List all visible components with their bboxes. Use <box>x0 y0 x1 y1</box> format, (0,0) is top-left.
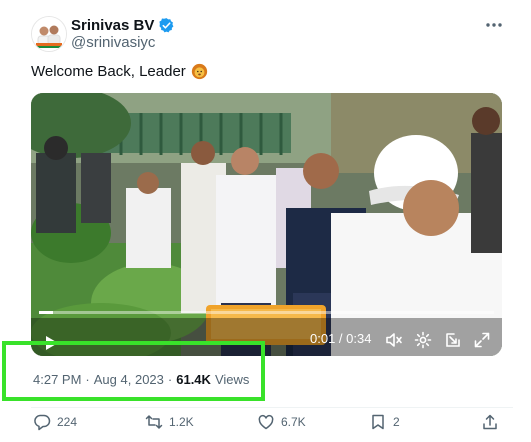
repost-button[interactable]: 1.2K <box>145 410 194 434</box>
like-count: 6.7K <box>281 415 306 429</box>
tweet-text-content: Welcome Back, Leader <box>31 63 186 80</box>
pip-icon[interactable] <box>444 331 462 349</box>
repost-icon <box>145 415 163 429</box>
highlight-box <box>2 341 265 401</box>
verified-badge-icon <box>158 17 175 34</box>
more-icon[interactable] <box>484 18 504 32</box>
fullscreen-icon[interactable] <box>473 331 491 349</box>
video-time: 0:01 / 0:34 <box>310 331 372 346</box>
mute-icon[interactable] <box>385 331 403 349</box>
author-handle[interactable]: @srinivasiyc <box>71 34 155 51</box>
like-icon <box>258 414 274 430</box>
video-progress-fill <box>39 311 53 314</box>
author-row: Srinivas BV <box>71 15 175 35</box>
author-name[interactable]: Srinivas BV <box>71 17 154 34</box>
tweet-text: Welcome Back, Leader <box>31 63 208 80</box>
bookmark-button[interactable]: 2 <box>369 410 400 434</box>
settings-icon[interactable] <box>414 331 432 349</box>
reply-count: 224 <box>57 415 78 429</box>
divider <box>31 407 513 408</box>
avatar[interactable] <box>31 16 67 52</box>
video-frame <box>31 93 502 356</box>
like-button[interactable]: 6.7K <box>257 410 306 434</box>
share-icon <box>483 414 497 430</box>
video-progress-bar[interactable] <box>39 311 494 314</box>
action-bar: 224 1.2K 6.7K 2 <box>0 410 531 434</box>
bookmark-count: 2 <box>393 415 400 429</box>
reply-icon <box>34 414 51 431</box>
tweet-card: Srinivas BV @srinivasiyc Welcome Back, L… <box>0 0 531 442</box>
lion-emoji <box>191 63 208 80</box>
reply-button[interactable]: 224 <box>33 410 77 434</box>
share-button[interactable] <box>481 410 499 434</box>
bookmark-icon <box>372 414 384 430</box>
repost-count: 1.2K <box>169 415 194 429</box>
video-player[interactable]: 0:01 / 0:34 <box>31 93 502 356</box>
